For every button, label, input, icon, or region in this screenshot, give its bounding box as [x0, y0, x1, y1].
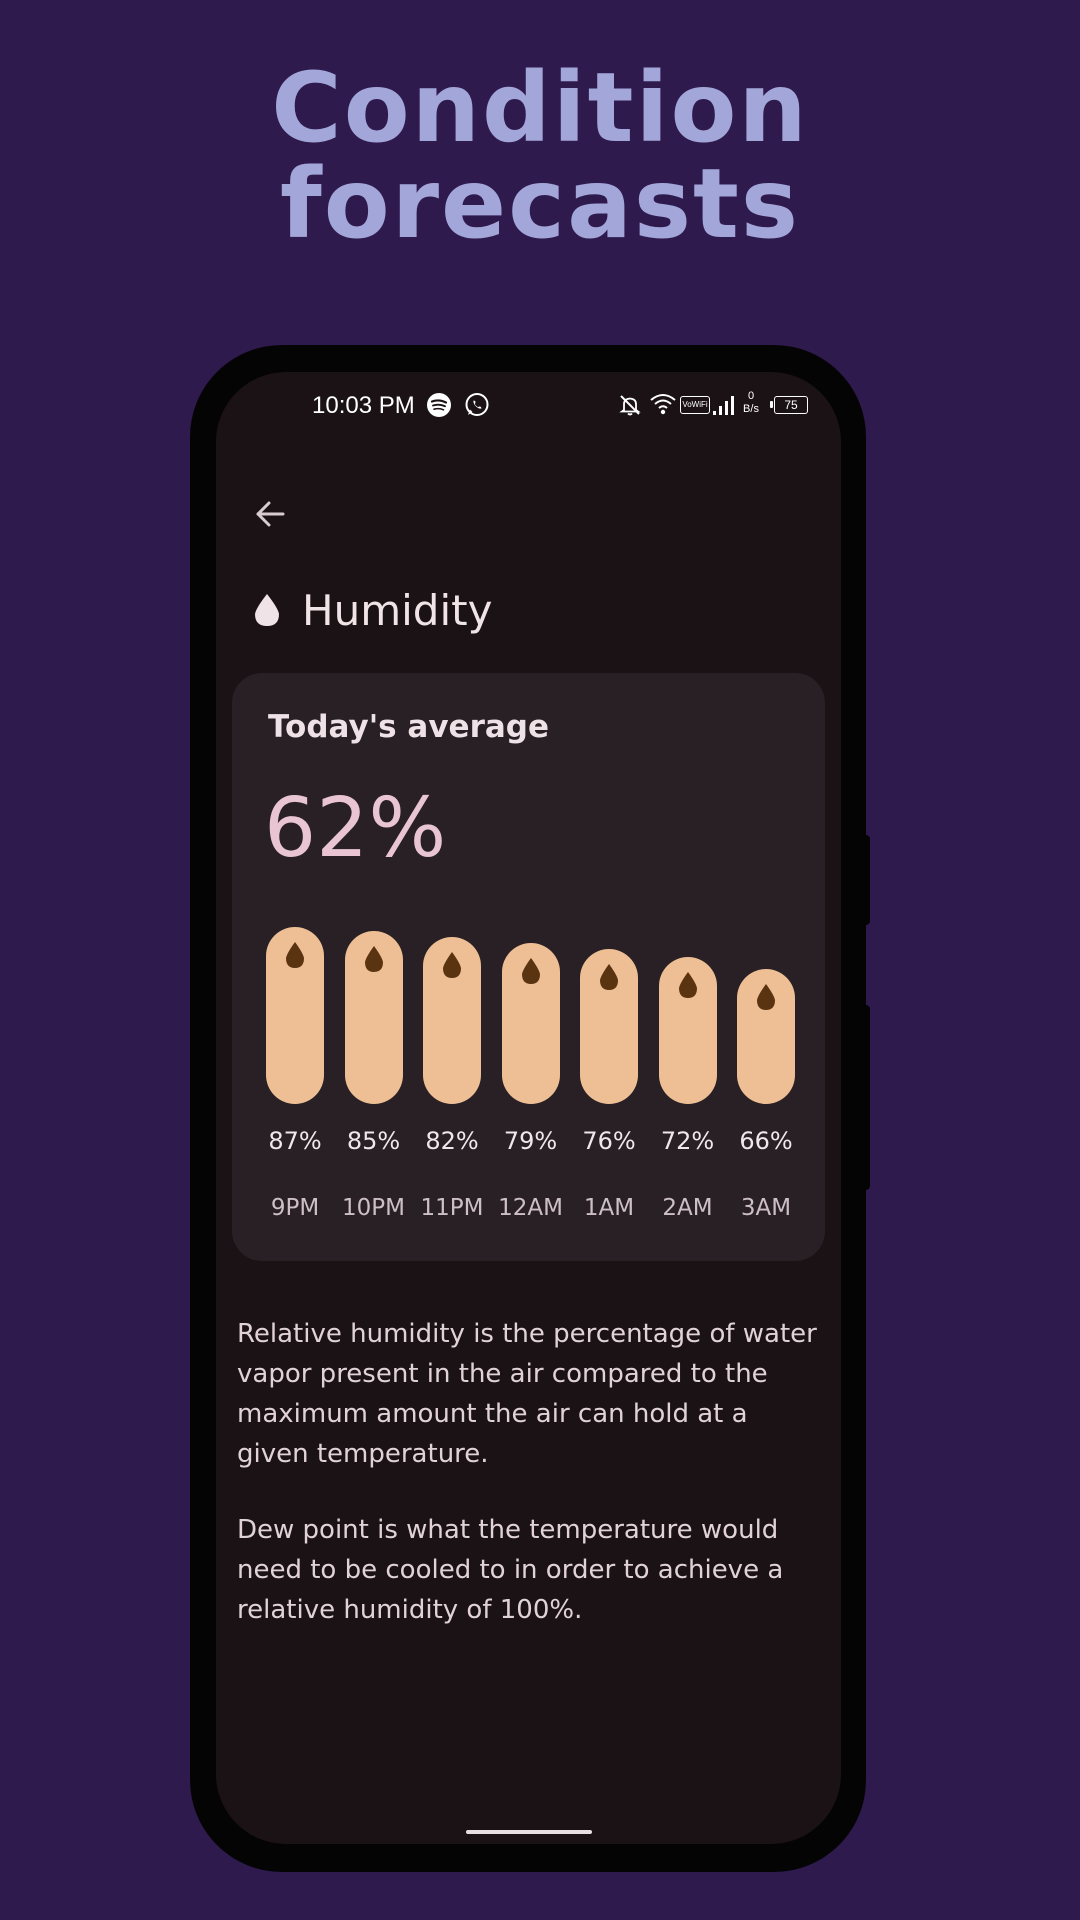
signal-icon [713, 396, 734, 415]
humidity-bar [266, 927, 324, 1104]
water-drop-icon [364, 946, 383, 972]
status-bar: 10:03 PM VoWiFi 0 B/s 75 [216, 372, 841, 442]
humidity-bar [423, 937, 481, 1104]
water-drop-icon [255, 594, 279, 626]
water-drop-icon [443, 952, 461, 978]
bar-value-label: 82% [425, 1127, 479, 1155]
promo-headline: Condition forecasts [0, 60, 1080, 252]
humidity-bar [580, 949, 638, 1104]
hourly-humidity-chart: 87% 9PM 85% 10PM 82% 11PM 79% 12AM 76% 1AM 72% 2AM 6… [232, 673, 825, 1261]
humidity-bar [501, 943, 560, 1104]
bar-value-label: 66% [739, 1127, 793, 1155]
humidity-card: Today's average 62% 87% 9PM 85% 10PM 82% 11PM… [232, 673, 825, 1261]
bar-value-label: 85% [346, 1127, 401, 1155]
bar-value-label: 79% [503, 1127, 558, 1155]
bar-time-label: 1AM [583, 1195, 635, 1221]
vowifi-icon: VoWiFi [680, 396, 710, 414]
description-relative-humidity: Relative humidity is the percentage of w… [237, 1319, 817, 1469]
home-indicator[interactable] [466, 1830, 592, 1834]
phone-side-button-lower [862, 1005, 870, 1190]
network-speed-unit: B/s [743, 403, 759, 415]
water-drop-icon [521, 958, 540, 984]
water-drop-icon [286, 942, 304, 968]
bar-time-label: 2AM [662, 1195, 713, 1221]
phone-side-button-upper [862, 835, 870, 925]
promo-headline-line2: forecasts [279, 148, 801, 260]
network-speed: 0 B/s [738, 390, 764, 416]
bar-value-label: 87% [268, 1127, 322, 1155]
vowifi-label: VoWiFi [682, 400, 708, 409]
bar-value-label: 76% [582, 1127, 636, 1155]
humidity-bar [658, 957, 717, 1104]
arrow-left-icon [256, 501, 285, 527]
bar-time-label: 9PM [270, 1195, 320, 1221]
water-drop-icon [678, 972, 697, 998]
humidity-bar [344, 931, 403, 1104]
bar-value-label: 72% [660, 1127, 715, 1155]
status-time: 10:03 PM [312, 392, 415, 419]
whatsapp-icon [465, 393, 489, 416]
bar-time-label: 10PM [342, 1195, 405, 1221]
battery-nub [770, 401, 773, 408]
bar-time-label: 12AM [498, 1195, 563, 1221]
water-drop-icon [757, 984, 775, 1010]
back-button[interactable] [246, 490, 294, 538]
bar-time-label: 11PM [420, 1195, 484, 1221]
battery-level: 75 [784, 398, 798, 412]
network-speed-value: 0 [747, 390, 755, 402]
page-header: Humidity [252, 580, 492, 640]
promo-headline-line1: Condition [271, 52, 809, 164]
battery-icon: 75 [774, 396, 808, 414]
wifi-icon [650, 394, 676, 415]
description-dew-point: Dew point is what the temperature would … [237, 1515, 784, 1625]
phone-screen: 10:03 PM VoWiFi 0 B/s 75 Humidity Today'… [216, 372, 841, 1844]
spotify-icon [427, 393, 451, 417]
page-title: Humidity [302, 585, 493, 635]
bar-time-label: 3AM [740, 1195, 792, 1221]
bell-off-icon [619, 395, 641, 416]
humidity-bar [737, 969, 795, 1104]
water-drop-icon [600, 964, 618, 990]
